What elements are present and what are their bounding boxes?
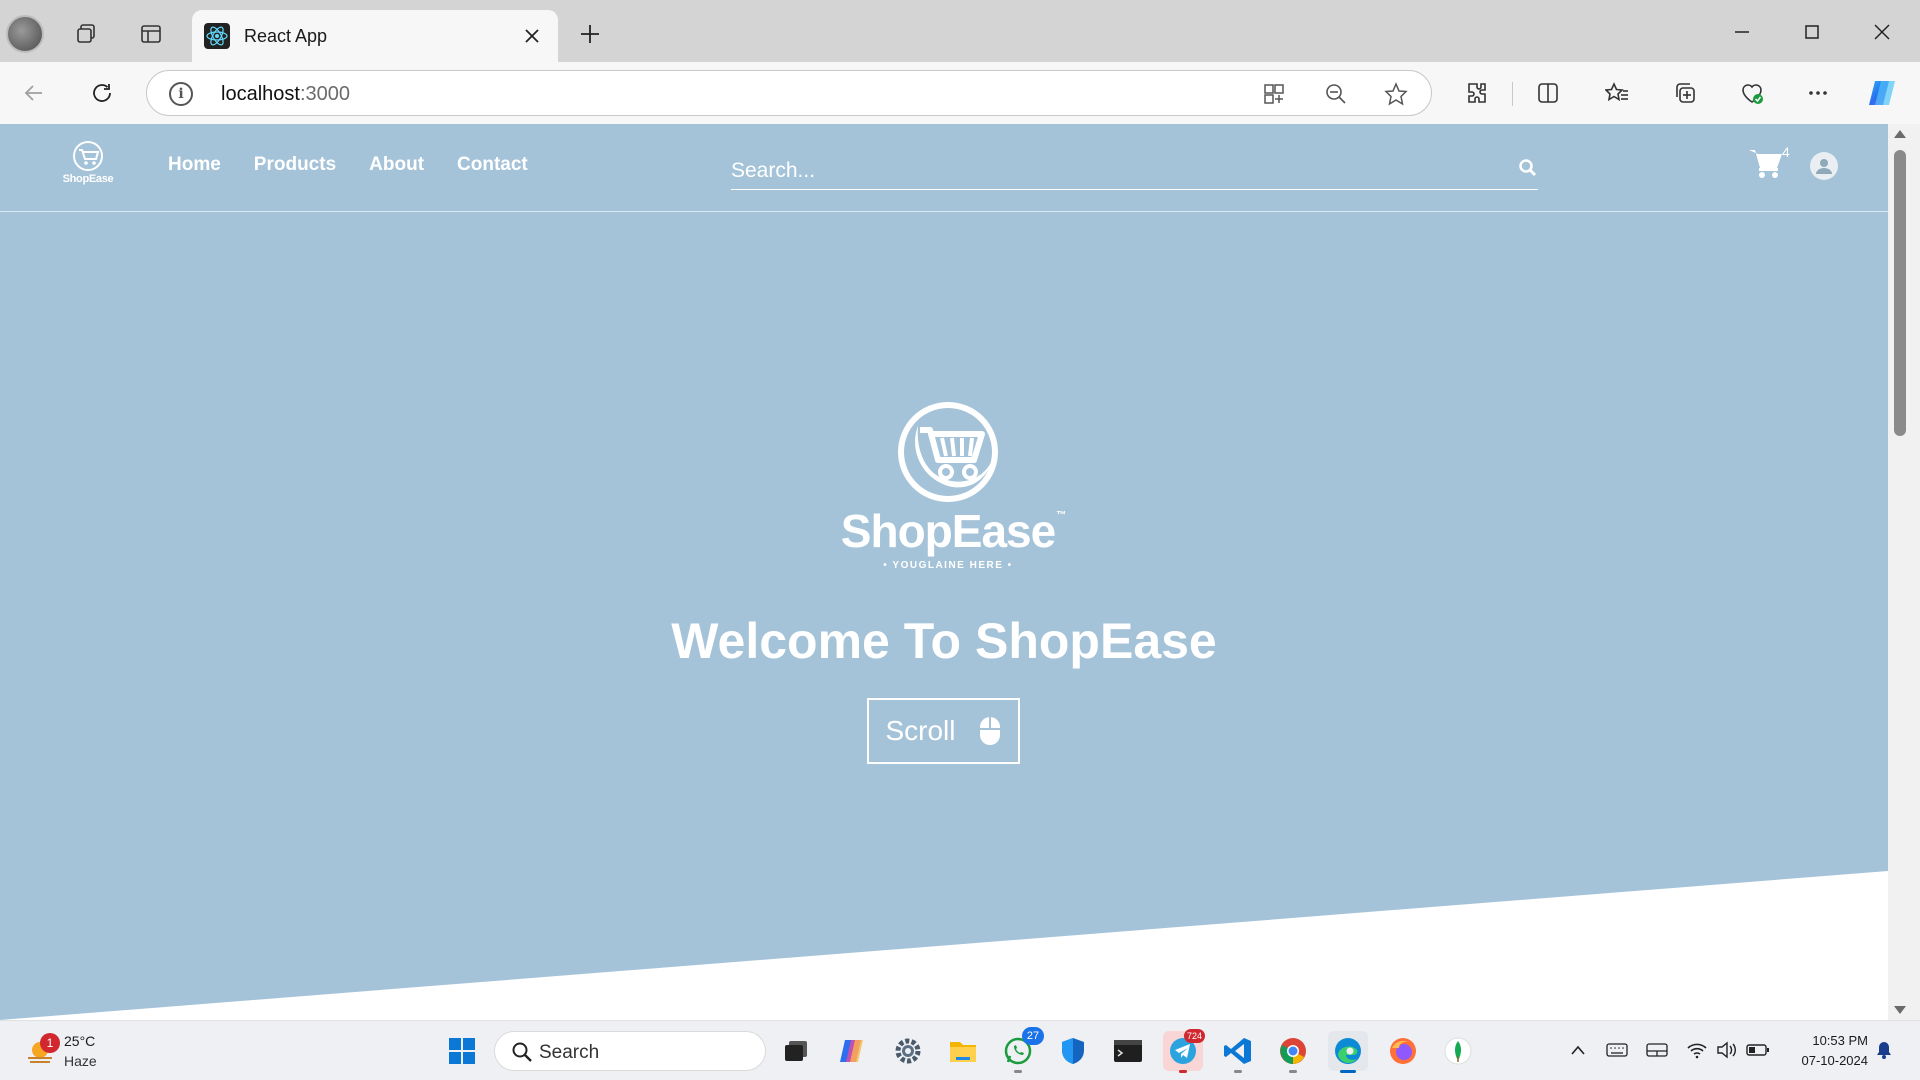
nav-contact[interactable]: Contact bbox=[457, 154, 528, 176]
active-tab[interactable]: React App bbox=[192, 10, 558, 62]
whatsapp-icon[interactable]: 27 bbox=[998, 1027, 1044, 1073]
tab-title: React App bbox=[244, 25, 328, 46]
workspaces-icon[interactable] bbox=[66, 14, 106, 54]
page-viewport: ShopEase Home Products About Contact 4 bbox=[0, 124, 1888, 1020]
weather-temperature: 25°C bbox=[64, 1033, 96, 1049]
running-indicator bbox=[1014, 1070, 1022, 1073]
active-indicator bbox=[1340, 1070, 1356, 1073]
whatsapp-badge: 27 bbox=[1022, 1027, 1044, 1045]
new-tab-icon[interactable] bbox=[570, 14, 610, 54]
weather-alert-badge: 1 bbox=[40, 1033, 60, 1053]
settings-icon[interactable] bbox=[888, 1031, 928, 1071]
cart-icon bbox=[1749, 150, 1782, 178]
hero-tagline: • YOUGLAINE HERE • bbox=[883, 560, 1013, 571]
site-header: ShopEase Home Products About Contact 4 bbox=[0, 124, 1888, 212]
page-scrollbar[interactable] bbox=[1888, 124, 1920, 1020]
start-button[interactable] bbox=[442, 1031, 482, 1071]
volume-icon[interactable] bbox=[1713, 1035, 1741, 1065]
windows-taskbar: 1 25°C Haze Search 27 724 10:53 PM 07-10… bbox=[0, 1020, 1920, 1080]
browser-tab-bar: React App bbox=[0, 0, 1920, 62]
favorite-star-icon[interactable] bbox=[1381, 79, 1411, 109]
battery-icon[interactable] bbox=[1744, 1035, 1772, 1065]
logo-text: ShopEase bbox=[62, 173, 114, 185]
notifications-bell-icon[interactable] bbox=[1870, 1035, 1898, 1065]
browser-toolbar: i localhost:3000 bbox=[0, 62, 1920, 124]
hero-title: Welcome To ShopEase bbox=[671, 613, 1217, 669]
task-view-icon[interactable] bbox=[776, 1031, 816, 1071]
chrome-icon[interactable] bbox=[1273, 1031, 1313, 1073]
running-indicator bbox=[1289, 1070, 1297, 1073]
user-avatar[interactable] bbox=[1810, 152, 1838, 180]
close-window-icon[interactable] bbox=[1860, 12, 1904, 52]
minimize-icon[interactable] bbox=[1720, 12, 1764, 52]
hero-logo: ShopEase ™ • YOUGLAINE HERE • bbox=[840, 396, 1066, 596]
show-hidden-icons-icon[interactable] bbox=[1564, 1035, 1592, 1065]
weather-widget[interactable]: 1 25°C Haze bbox=[22, 1031, 142, 1075]
back-icon[interactable] bbox=[14, 73, 54, 113]
clock-time: 10:53 PM bbox=[1812, 1033, 1868, 1048]
scroll-label: Scroll bbox=[885, 715, 956, 746]
scroll-button[interactable]: Scroll bbox=[867, 698, 1020, 764]
copilot-icon[interactable] bbox=[1862, 73, 1902, 113]
profile-avatar[interactable] bbox=[6, 15, 44, 53]
search-icon[interactable] bbox=[1518, 158, 1538, 178]
refresh-icon[interactable] bbox=[82, 73, 122, 113]
clock-date: 07-10-2024 bbox=[1801, 1053, 1869, 1068]
favorites-icon[interactable] bbox=[1597, 73, 1637, 113]
firefox-icon[interactable] bbox=[1383, 1031, 1423, 1071]
app-available-icon[interactable] bbox=[1259, 79, 1289, 109]
zoom-out-icon[interactable] bbox=[1321, 79, 1351, 109]
collections-icon[interactable] bbox=[1665, 73, 1705, 113]
terminal-icon[interactable] bbox=[1108, 1031, 1148, 1071]
maximize-icon[interactable] bbox=[1790, 12, 1834, 52]
cart-button[interactable]: 4 bbox=[1748, 144, 1790, 186]
url-text: localhost:3000 bbox=[221, 83, 350, 105]
file-explorer-icon[interactable] bbox=[943, 1031, 983, 1071]
security-shield-icon[interactable] bbox=[1053, 1031, 1093, 1071]
taskbar-search[interactable]: Search bbox=[494, 1031, 766, 1071]
hero-brand-name: ShopEase ™ bbox=[840, 505, 1066, 557]
shopping-cart-logo-icon bbox=[898, 402, 998, 502]
wifi-icon[interactable] bbox=[1683, 1035, 1711, 1065]
user-icon bbox=[1816, 159, 1832, 174]
cart-logo-icon bbox=[73, 141, 103, 171]
taskbar-search-placeholder: Search bbox=[539, 1042, 600, 1063]
nav-home[interactable]: Home bbox=[168, 154, 221, 176]
browser-essentials-icon[interactable] bbox=[1732, 73, 1772, 113]
scroll-down-arrow-icon[interactable] bbox=[1894, 1006, 1906, 1014]
telegram-badge: 724 bbox=[1183, 1029, 1205, 1043]
nav-about[interactable]: About bbox=[369, 154, 424, 176]
system-clock[interactable]: 10:53 PM 07-10-2024 bbox=[1786, 1031, 1869, 1071]
react-icon bbox=[204, 23, 230, 49]
scroll-up-arrow-icon[interactable] bbox=[1894, 130, 1906, 138]
mouse-icon bbox=[979, 717, 1000, 745]
keyboard-icon[interactable] bbox=[1603, 1035, 1631, 1065]
extensions-icon[interactable] bbox=[1456, 73, 1496, 113]
cart-count: 4 bbox=[1782, 144, 1790, 160]
search-input[interactable] bbox=[731, 146, 1491, 188]
nav-products[interactable]: Products bbox=[254, 154, 336, 176]
address-bar[interactable]: i localhost:3000 bbox=[146, 70, 1432, 116]
taskbar-search-icon bbox=[512, 1042, 532, 1062]
toolbar-separator bbox=[1512, 82, 1513, 106]
mongodb-compass-icon[interactable] bbox=[1438, 1031, 1478, 1071]
tablet-mode-icon[interactable] bbox=[1643, 1035, 1671, 1065]
more-options-icon[interactable] bbox=[1798, 73, 1838, 113]
running-indicator bbox=[1234, 1070, 1242, 1073]
main-nav: Home Products About Contact bbox=[168, 154, 528, 176]
telegram-icon[interactable]: 724 bbox=[1163, 1029, 1205, 1073]
vscode-icon[interactable] bbox=[1218, 1031, 1258, 1073]
site-info-icon[interactable]: i bbox=[169, 82, 193, 106]
running-indicator bbox=[1179, 1070, 1187, 1073]
scrollbar-thumb[interactable] bbox=[1894, 150, 1906, 436]
edge-icon[interactable] bbox=[1328, 1031, 1368, 1073]
vertical-tabs-icon[interactable] bbox=[131, 14, 171, 54]
site-search bbox=[731, 146, 1538, 190]
weather-condition: Haze bbox=[64, 1053, 97, 1069]
windows-logo-icon bbox=[449, 1038, 475, 1064]
site-logo[interactable]: ShopEase bbox=[58, 140, 118, 196]
close-tab-icon[interactable] bbox=[514, 18, 550, 54]
copilot-taskbar-icon[interactable] bbox=[832, 1031, 872, 1071]
split-screen-icon[interactable] bbox=[1528, 73, 1568, 113]
